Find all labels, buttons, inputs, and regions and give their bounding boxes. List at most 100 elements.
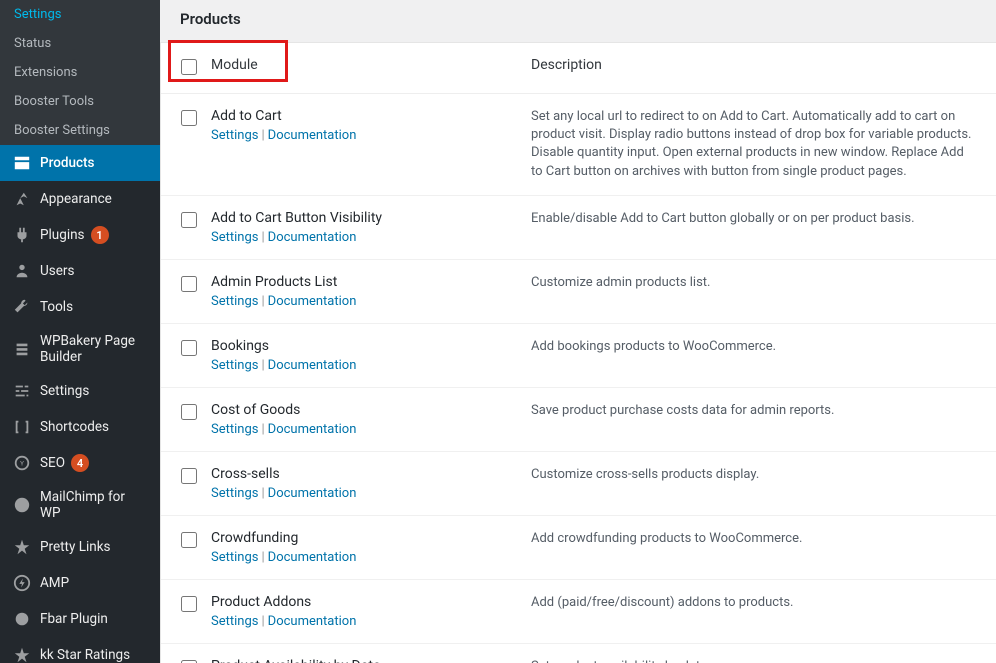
- sidebar-item[interactable]: SEO4: [0, 445, 160, 481]
- sidebar-item-label: WPBakery Page Builder: [40, 333, 148, 365]
- sidebar-item[interactable]: Appearance: [0, 181, 160, 217]
- settings-link[interactable]: Settings: [211, 294, 258, 309]
- module-description: Set any local url to redirect to on Add …: [531, 108, 976, 181]
- sidebar-item[interactable]: Settings: [0, 373, 160, 409]
- module-links: Settings|Documentation: [211, 230, 531, 245]
- module-description: Set product availability by date.: [531, 658, 976, 663]
- settings-link[interactable]: Settings: [211, 486, 258, 501]
- column-module[interactable]: Module: [211, 57, 258, 73]
- sidebar-item-label: Products: [40, 155, 94, 171]
- documentation-link[interactable]: Documentation: [268, 128, 357, 143]
- sidebar-item-label: Shortcodes: [40, 419, 109, 435]
- sidebar-item-label: Tools: [40, 299, 73, 315]
- sidebar-item[interactable]: Plugins 1: [0, 217, 160, 253]
- row-checkbox[interactable]: [181, 532, 197, 548]
- sidebar-item[interactable]: MailChimp for WP: [0, 481, 160, 529]
- link-separator: |: [261, 358, 264, 373]
- table-row: Cost of GoodsSettings|DocumentationSave …: [161, 388, 996, 452]
- modules-table: Module Description Add to CartSettings|D…: [160, 42, 996, 663]
- module-links: Settings| Documentation: [211, 358, 531, 373]
- table-row: BookingsSettings|DocumentationAdd bookin…: [161, 324, 996, 388]
- link-separator: |: [261, 294, 264, 309]
- sidebar-item-label: Appearance: [40, 191, 112, 207]
- link-separator: |: [261, 422, 264, 437]
- sidebar-item[interactable]: Tools: [0, 289, 160, 325]
- module-title: Admin Products List: [211, 274, 531, 290]
- documentation-link[interactable]: Documentation: [268, 230, 357, 245]
- row-checkbox[interactable]: [181, 468, 197, 484]
- module-links: Settings|Documentation: [211, 550, 531, 565]
- table-row: Product Availability by DateSettings|Doc…: [161, 644, 996, 663]
- prettylinks-icon: [12, 537, 32, 557]
- sidebar-sub-item[interactable]: Booster Settings: [0, 116, 160, 145]
- settings-link[interactable]: Settings: [211, 358, 258, 373]
- sidebar-sub-item[interactable]: Status: [0, 29, 160, 58]
- row-checkbox[interactable]: [181, 212, 197, 228]
- plugins-icon: [12, 225, 32, 245]
- module-title: Cross-sells: [211, 466, 531, 482]
- sidebar-item-label: Plugins: [40, 227, 85, 243]
- page-title: Products: [160, 0, 996, 42]
- module-title: Bookings: [211, 338, 531, 354]
- sidebar-sub-item[interactable]: Extensions: [0, 58, 160, 87]
- sidebar-item[interactable]: Shortcodes: [0, 409, 160, 445]
- appearance-icon: [12, 189, 32, 209]
- products-icon: [12, 153, 32, 173]
- module-links: Settings| Documentation: [211, 294, 531, 309]
- row-checkbox[interactable]: [181, 404, 197, 420]
- settings-icon: [12, 381, 32, 401]
- module-description: Enable/disable Add to Cart button global…: [531, 210, 976, 228]
- documentation-link[interactable]: Documentation: [268, 294, 357, 309]
- documentation-link[interactable]: Documentation: [268, 614, 357, 629]
- row-checkbox[interactable]: [181, 596, 197, 612]
- column-description[interactable]: Description: [531, 57, 602, 73]
- link-separator: |: [261, 128, 264, 143]
- sidebar-sub-label: Extensions: [14, 65, 77, 80]
- link-separator: |: [261, 486, 264, 501]
- row-checkbox[interactable]: [181, 340, 197, 356]
- sidebar-item-label: kk Star Ratings: [40, 647, 130, 663]
- sidebar-item-label: Settings: [40, 383, 89, 399]
- module-title: Cost of Goods: [211, 402, 531, 418]
- mailchimp-icon: [12, 495, 32, 515]
- row-checkbox[interactable]: [181, 110, 197, 126]
- module-description: Add crowdfunding products to WooCommerce…: [531, 530, 976, 548]
- documentation-link[interactable]: Documentation: [268, 550, 357, 565]
- select-all-checkbox[interactable]: [181, 59, 197, 75]
- documentation-link[interactable]: Documentation: [268, 422, 357, 437]
- update-badge: 1: [91, 226, 109, 244]
- sidebar-item-label: Pretty Links: [40, 539, 111, 555]
- wpbakery-icon: [12, 339, 32, 359]
- sidebar-item[interactable]: AMP: [0, 565, 160, 601]
- documentation-link[interactable]: Documentation: [268, 486, 357, 501]
- module-links: Settings| Documentation: [211, 614, 531, 629]
- settings-link[interactable]: Settings: [211, 230, 258, 245]
- settings-link[interactable]: Settings: [211, 422, 258, 437]
- table-row: CrowdfundingSettings|DocumentationAdd cr…: [161, 516, 996, 580]
- sidebar-sub-item[interactable]: Settings: [0, 0, 160, 29]
- sidebar-sub-item[interactable]: Booster Tools: [0, 87, 160, 116]
- documentation-link[interactable]: Documentation: [268, 358, 357, 373]
- tools-icon: [12, 297, 32, 317]
- module-links: Settings| Documentation: [211, 422, 531, 437]
- row-checkbox[interactable]: [181, 276, 197, 292]
- table-row: Product AddonsSettings|DocumentationAdd …: [161, 580, 996, 644]
- settings-link[interactable]: Settings: [211, 614, 258, 629]
- sidebar-item[interactable]: WPBakery Page Builder: [0, 325, 160, 373]
- sidebar-item[interactable]: Fbar Plugin: [0, 601, 160, 637]
- sidebar-item-label: Users: [40, 263, 74, 279]
- settings-link[interactable]: Settings: [211, 128, 258, 143]
- settings-link[interactable]: Settings: [211, 550, 258, 565]
- sidebar-item[interactable]: Users: [0, 253, 160, 289]
- module-title: Product Availability by Date: [211, 658, 531, 663]
- module-links: Settings| Documentation: [211, 486, 531, 501]
- link-separator: |: [261, 614, 264, 629]
- sidebar-item[interactable]: Pretty Links: [0, 529, 160, 565]
- sidebar-item[interactable]: kk Star Ratings: [0, 637, 160, 663]
- table-header: Module Description: [161, 43, 996, 94]
- sidebar-item[interactable]: Products: [0, 145, 160, 181]
- module-description: Customize cross-sells products display.: [531, 466, 976, 484]
- amp-icon: [12, 573, 32, 593]
- module-links: Settings| Documentation: [211, 128, 531, 143]
- sidebar-sub-label: Status: [14, 36, 51, 51]
